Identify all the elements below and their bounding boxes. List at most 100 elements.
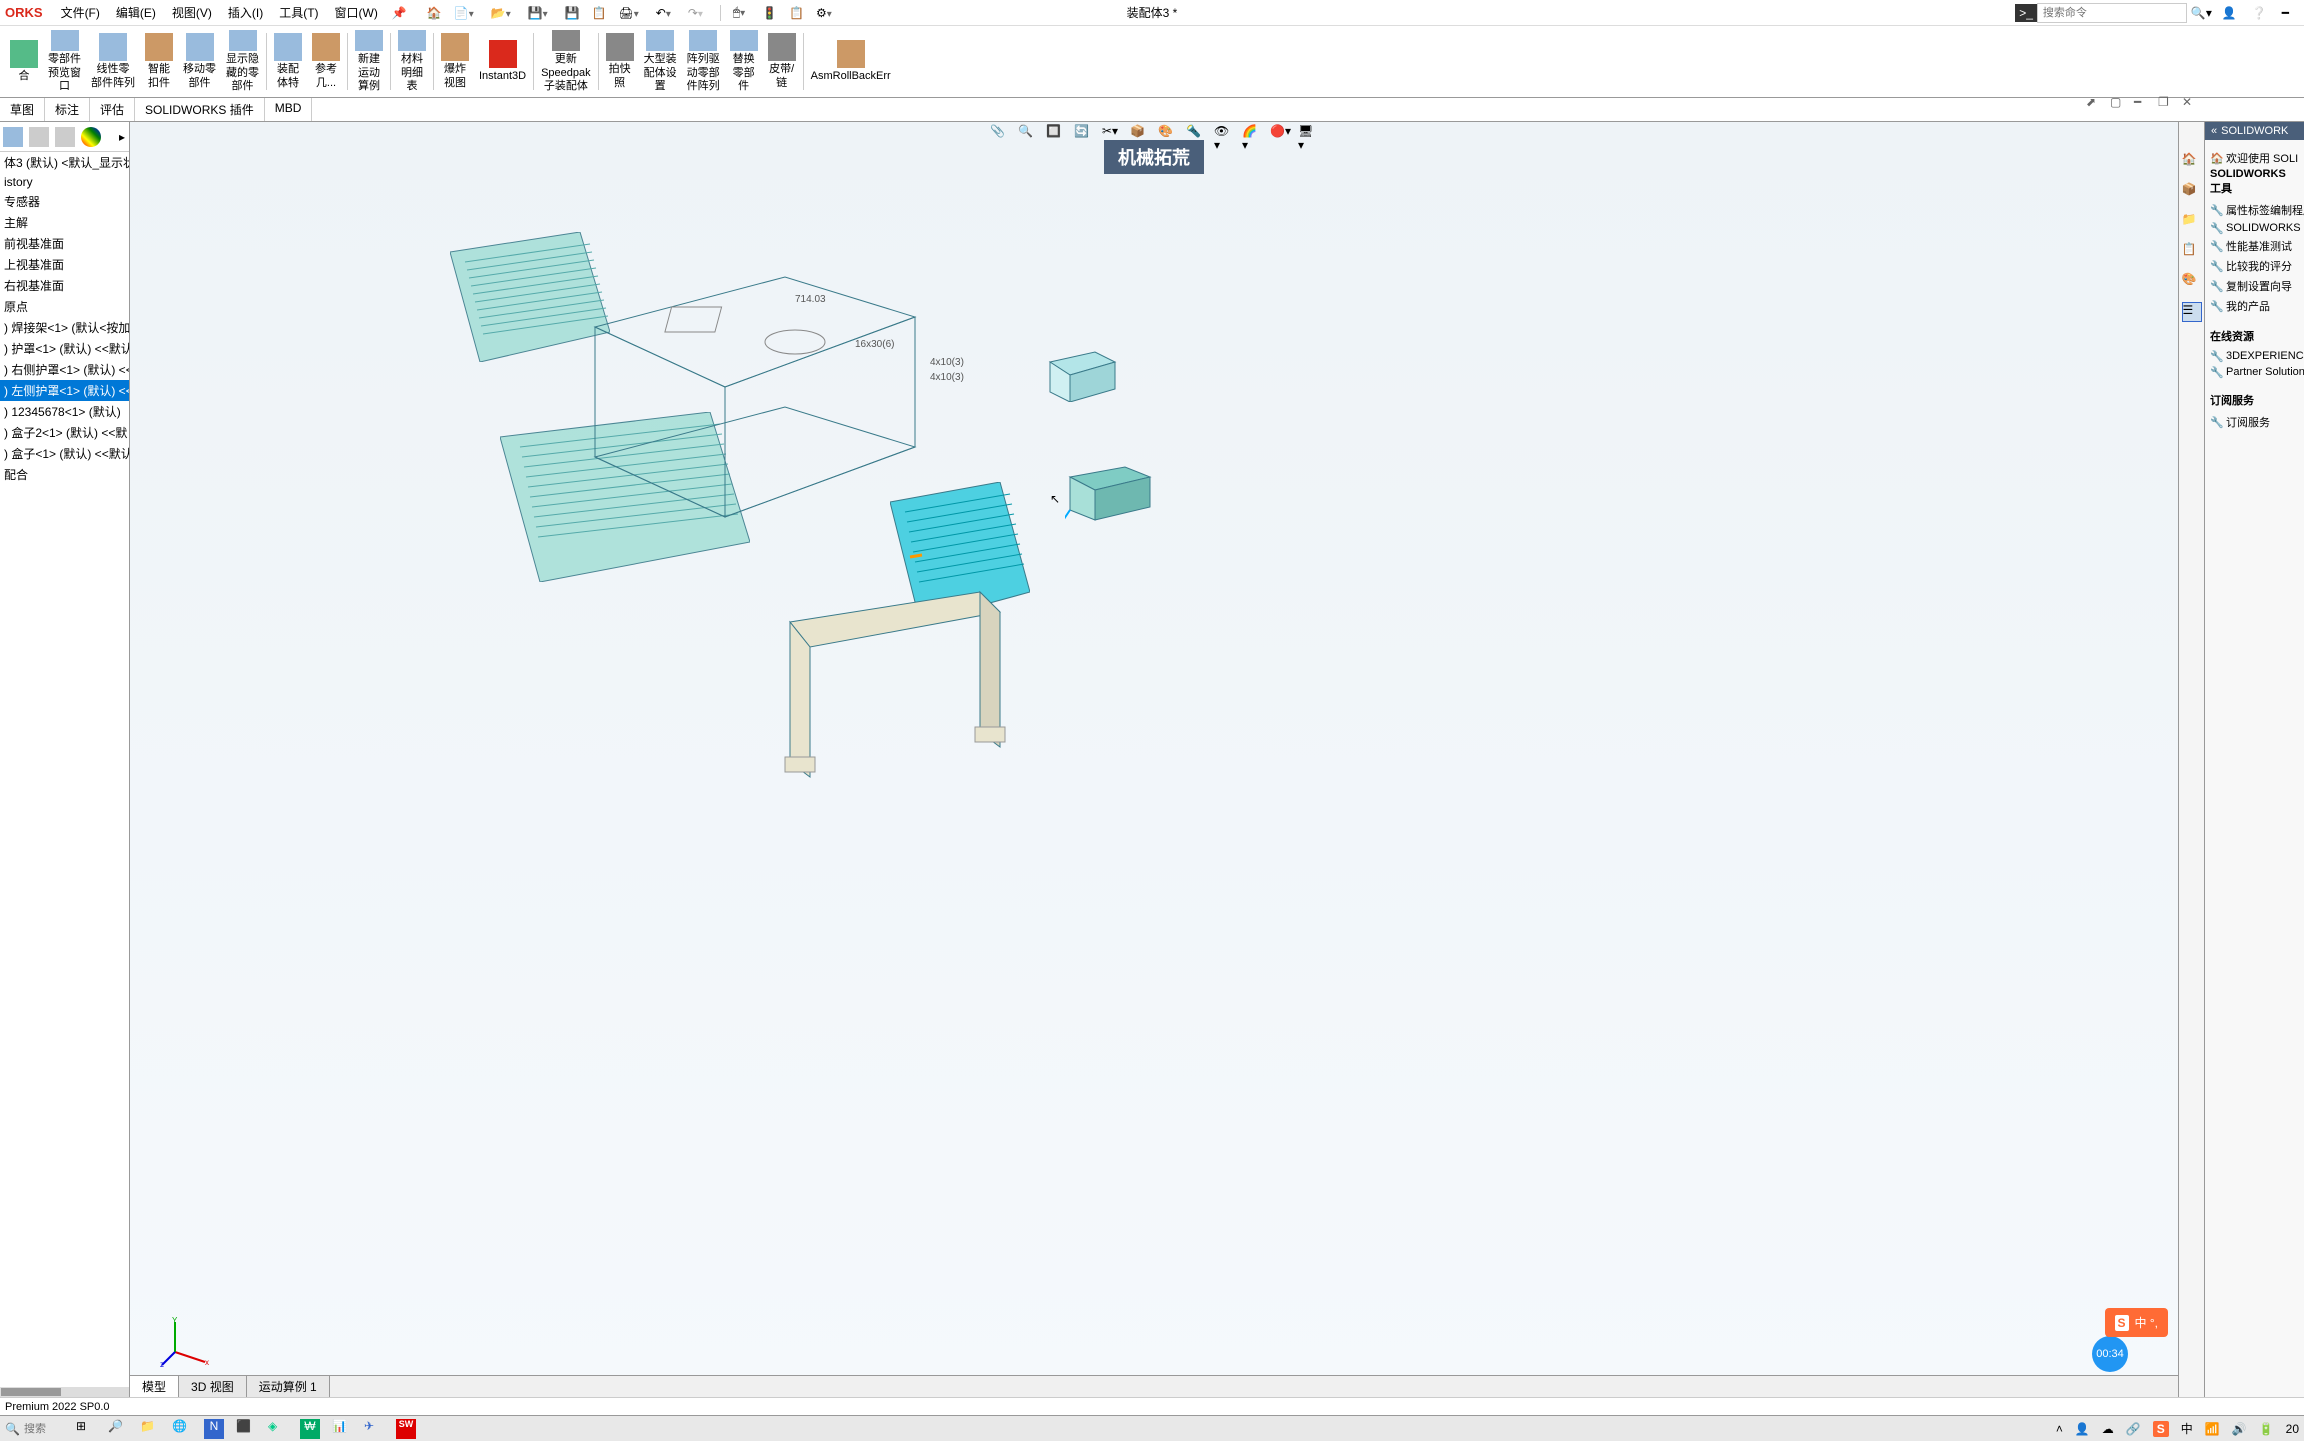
ribbon-show-hide[interactable]: 显示隐藏的零部件 xyxy=(221,28,264,95)
win-restore-icon[interactable]: ❐ xyxy=(2158,95,2172,109)
search2-icon[interactable]: 🔎 xyxy=(108,1419,128,1439)
ribbon-smart[interactable]: 智能扣件 xyxy=(140,28,178,95)
home-side-icon[interactable]: 🏠 xyxy=(2182,152,2202,172)
ribbon-motion[interactable]: 新建运动算例 xyxy=(350,28,388,95)
tree-tab-icon[interactable] xyxy=(3,127,23,147)
tray-time[interactable]: 20 xyxy=(2286,1422,2299,1436)
tray-icon3[interactable]: 🔗 xyxy=(2126,1422,2141,1436)
feature-tree[interactable]: 体3 (默认) <默认_显示状态istory专感器主解前视基准面上视基准面右视基… xyxy=(0,152,129,1387)
tree-item[interactable]: 主解 xyxy=(0,212,129,233)
menu-view[interactable]: 视图(V) xyxy=(164,2,220,23)
tab-3dview[interactable]: 3D 视图 xyxy=(179,1376,247,1397)
tree-scrollbar[interactable] xyxy=(0,1387,129,1397)
search-input[interactable] xyxy=(2037,3,2187,23)
tree-item[interactable]: 上视基准面 xyxy=(0,254,129,275)
tab-motion[interactable]: 运动算例 1 xyxy=(247,1376,330,1397)
open-icon[interactable]: 📂▾ xyxy=(491,6,516,20)
ribbon-preview[interactable]: 零部件预览窗口 xyxy=(43,28,86,95)
ribbon-belt[interactable]: 皮带/链 xyxy=(763,28,801,95)
3d-viewport[interactable]: 📎 🔍 🔲 🔄 ✂▾ 📦▾ 🎨▾ 🔦▾ 👁▾ 🌈▾ 🔴▾ 🖥▾ 机械拓荒 xyxy=(130,122,2178,1397)
attachment-icon[interactable]: 📎 xyxy=(990,124,1010,144)
tray-battery-icon[interactable]: 🔋 xyxy=(2259,1422,2274,1436)
traffic-icon[interactable]: 🚦 xyxy=(762,6,777,20)
right-link[interactable]: 🔧我的产品 xyxy=(2210,296,2299,316)
tree-item[interactable]: ) 右侧护罩<1> (默认) << xyxy=(0,359,129,380)
ribbon-snapshot[interactable]: 拍快照 xyxy=(601,28,639,95)
ribbon-replace[interactable]: 替换零部件 xyxy=(725,28,763,95)
right-link[interactable]: 🔧3DEXPERIENCE M xyxy=(2210,348,2299,364)
edge-icon[interactable]: 🌐 xyxy=(172,1419,192,1439)
print-icon[interactable]: 🖨▾ xyxy=(619,6,644,20)
menu-tools[interactable]: 工具(T) xyxy=(271,2,326,23)
help-icon[interactable]: ❔ xyxy=(2252,6,2267,20)
right-link[interactable]: 🔧SOLIDWORKS Rx xyxy=(2210,220,2299,236)
win-minimize-icon[interactable]: ━ xyxy=(2134,95,2148,109)
ribbon-large[interactable]: 大型装配体设置 xyxy=(639,28,682,95)
solidworks-icon[interactable]: SW xyxy=(396,1419,416,1439)
tree-item[interactable]: ) 盒子<1> (默认) <<默认 xyxy=(0,443,129,464)
palette-side-icon[interactable]: 🎨 xyxy=(2182,272,2202,292)
right-link[interactable]: 🔧属性标签编制程序 xyxy=(2210,200,2299,220)
tray-volume-icon[interactable]: 🔊 xyxy=(2232,1422,2247,1436)
tab-evaluate[interactable]: 评估 xyxy=(90,98,135,121)
right-link[interactable]: 🔧订阅服务 xyxy=(2210,412,2299,432)
tab-annotate[interactable]: 标注 xyxy=(45,98,90,121)
settings-icon[interactable]: ⚙▾ xyxy=(816,6,837,20)
menu-insert[interactable]: 插入(I) xyxy=(220,2,271,23)
app2-icon[interactable]: ⬛ xyxy=(236,1419,256,1439)
ribbon-move[interactable]: 移动零部件 xyxy=(178,28,221,95)
ribbon-explode[interactable]: 爆炸视图 xyxy=(436,28,474,95)
right-link[interactable]: 🔧Partner Solutions xyxy=(2210,364,2299,380)
monitor-icon[interactable]: 🖥▾ xyxy=(1298,124,1318,144)
tree-item[interactable]: 体3 (默认) <默认_显示状态 xyxy=(0,152,129,173)
tray-ime-icon[interactable]: 中 xyxy=(2181,1420,2193,1437)
view-triad[interactable]: x Y z xyxy=(160,1317,210,1367)
expand-icon[interactable]: ▸ xyxy=(115,130,129,144)
layers-tab-icon[interactable] xyxy=(29,127,49,147)
excel-icon[interactable]: 📊 xyxy=(332,1419,352,1439)
tree-item[interactable]: 原点 xyxy=(0,296,129,317)
redo-icon[interactable]: ↷▾ xyxy=(688,6,708,20)
tab-mbd[interactable]: MBD xyxy=(265,98,313,121)
taskbar-search[interactable]: 🔍 xyxy=(5,1422,64,1436)
right-link[interactable]: 🔧性能基准测试 xyxy=(2210,236,2299,256)
user-icon[interactable]: 👤 xyxy=(2222,6,2237,20)
tree-item[interactable]: ) 左侧护罩<1> (默认) << xyxy=(0,380,129,401)
right-link[interactable]: 🔧复制设置向导 xyxy=(2210,276,2299,296)
ribbon-pattern[interactable]: 线性零部件阵列 xyxy=(86,28,140,95)
app1-icon[interactable]: N xyxy=(204,1419,224,1439)
color-tab-icon[interactable] xyxy=(81,127,101,147)
ribbon-speedpak[interactable]: 更新Speedpak子装配体 xyxy=(536,28,596,95)
app5-icon[interactable]: ✈ xyxy=(364,1419,384,1439)
menu-edit[interactable]: 编辑(E) xyxy=(108,2,164,23)
ribbon-assembly[interactable]: 合 xyxy=(5,28,43,95)
tab-plugins[interactable]: SOLIDWORKS 插件 xyxy=(135,98,265,121)
home-icon[interactable]: 🏠 xyxy=(427,6,442,20)
menu-window[interactable]: 窗口(W) xyxy=(327,2,386,23)
cmd-icon[interactable]: >_ xyxy=(2015,4,2037,22)
folder-side-icon[interactable]: 📁 xyxy=(2182,212,2202,232)
copy-icon[interactable]: 📋 xyxy=(592,6,607,20)
tree-item[interactable]: ) 12345678<1> (默认) xyxy=(0,401,129,422)
ribbon-bom[interactable]: 材料明细表 xyxy=(393,28,431,95)
tray-icon2[interactable]: ☁ xyxy=(2102,1422,2114,1436)
ime-badge[interactable]: S中 °, xyxy=(2105,1308,2168,1337)
pin-icon[interactable]: 📌 xyxy=(392,6,407,20)
clipboard-side-icon[interactable]: 📋 xyxy=(2182,242,2202,262)
select-icon[interactable]: 🖱▾ xyxy=(733,5,750,20)
tree-item[interactable]: ) 盒子2<1> (默认) <<默 xyxy=(0,422,129,443)
scene-icon[interactable]: 🌈▾ xyxy=(1242,124,1262,144)
list-icon[interactable]: 📋 xyxy=(789,6,804,20)
menu-file[interactable]: 文件(F) xyxy=(53,2,108,23)
win-popout-icon[interactable]: ⬈ xyxy=(2086,95,2100,109)
new-icon[interactable]: 📄▾ xyxy=(454,6,479,20)
tree-item[interactable]: 配合 xyxy=(0,464,129,485)
win-maximize-icon[interactable]: ▢ xyxy=(2110,95,2124,109)
tree-item[interactable]: ) 护罩<1> (默认) <<默认 xyxy=(0,338,129,359)
orbit-icon[interactable]: 🔄 xyxy=(1074,124,1094,144)
tray-icon1[interactable]: 👤 xyxy=(2075,1422,2090,1436)
taskview-icon[interactable]: ⊞ xyxy=(76,1419,96,1439)
undo-icon[interactable]: ↶▾ xyxy=(656,6,676,20)
tab-sketch[interactable]: 草图 xyxy=(0,98,45,121)
tree-item[interactable]: 专感器 xyxy=(0,191,129,212)
